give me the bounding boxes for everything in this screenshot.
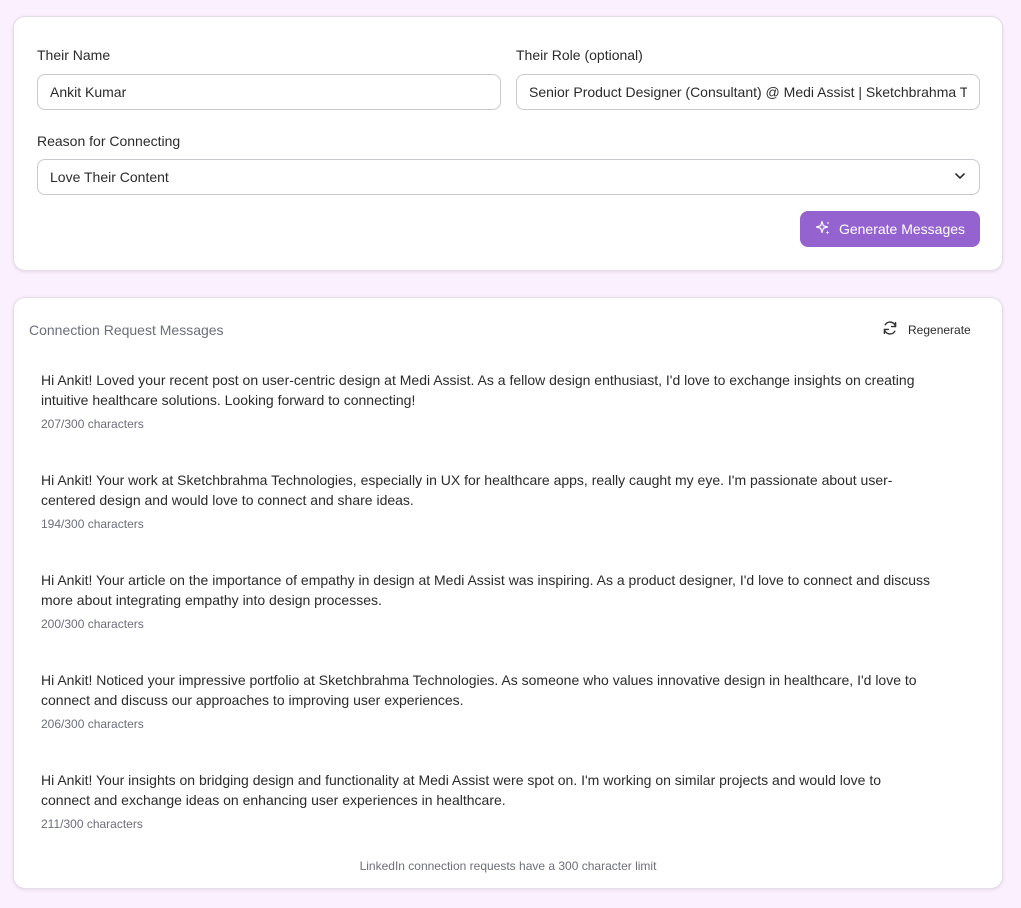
role-input[interactable]	[516, 74, 980, 110]
reason-selected-value: Love Their Content	[50, 169, 169, 185]
sparkles-icon	[815, 220, 831, 239]
message-text: Hi Ankit! Your insights on bridging desi…	[41, 772, 882, 808]
message-text: Hi Ankit! Your article on the importance…	[41, 572, 931, 608]
character-limit-note: LinkedIn connection requests have a 300 …	[359, 859, 657, 873]
character-count: 211/300 characters	[41, 817, 143, 831]
message-text: Hi Ankit! Loved your recent post on user…	[41, 372, 915, 408]
character-count: 194/300 characters	[41, 517, 144, 531]
generate-messages-button[interactable]: Generate Messages	[800, 211, 980, 247]
regenerate-label: Regenerate	[908, 322, 971, 337]
message-text: Hi Ankit! Your work at Sketchbrahma Tech…	[41, 472, 893, 508]
character-count: 200/300 characters	[41, 617, 144, 631]
messages-card: Connection Request Messages Regenerate H…	[13, 297, 1003, 889]
message-item[interactable]: Hi Ankit! Noticed your impressive portfo…	[41, 670, 931, 731]
message-item[interactable]: Hi Ankit! Your work at Sketchbrahma Tech…	[41, 470, 931, 531]
message-text: Hi Ankit! Noticed your impressive portfo…	[41, 672, 917, 708]
name-label: Their Name	[37, 47, 111, 63]
connection-form-card: Their Name Their Role (optional) Reason …	[13, 16, 1003, 271]
message-item[interactable]: Hi Ankit! Your insights on bridging desi…	[41, 770, 931, 831]
refresh-icon	[882, 320, 898, 339]
message-item[interactable]: Hi Ankit! Loved your recent post on user…	[41, 370, 931, 431]
role-label: Their Role (optional)	[516, 47, 643, 63]
character-count: 206/300 characters	[41, 717, 144, 731]
messages-section-title: Connection Request Messages	[29, 322, 224, 338]
regenerate-button[interactable]: Regenerate	[882, 320, 971, 339]
generate-messages-label: Generate Messages	[838, 221, 966, 237]
chevron-down-icon	[953, 169, 967, 186]
reason-label: Reason for Connecting	[37, 133, 181, 149]
character-count: 207/300 characters	[41, 417, 144, 431]
name-input[interactable]	[37, 74, 501, 110]
message-item[interactable]: Hi Ankit! Your article on the importance…	[41, 570, 931, 631]
reason-select[interactable]: Love Their Content	[37, 159, 980, 195]
